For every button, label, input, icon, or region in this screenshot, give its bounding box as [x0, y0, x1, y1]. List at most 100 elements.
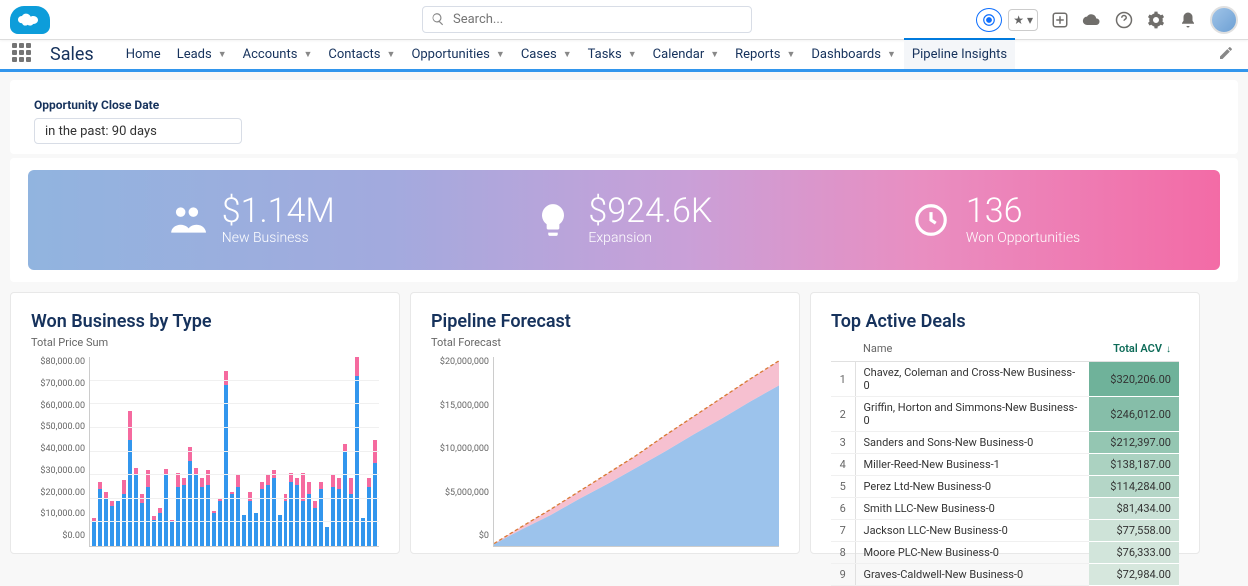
bar[interactable] — [367, 357, 371, 546]
bar[interactable] — [278, 357, 282, 546]
deal-name: Graves-Caldwell-New Business-0 — [855, 564, 1089, 586]
bar[interactable] — [301, 357, 305, 546]
chevron-down-icon: ▼ — [218, 49, 227, 60]
nav-item-cases[interactable]: Cases▼ — [513, 40, 580, 69]
nav-item-contacts[interactable]: Contacts▼ — [320, 40, 403, 69]
table-row[interactable]: 5Perez Ltd-New Business-0$114,284.00 — [831, 476, 1179, 498]
table-row[interactable]: 3Sanders and Sons-New Business-0$212,397… — [831, 432, 1179, 454]
nav-item-accounts[interactable]: Accounts▼ — [235, 40, 321, 69]
pencil-icon[interactable] — [1218, 45, 1234, 65]
bar[interactable] — [104, 357, 108, 546]
app-launcher-icon[interactable] — [12, 43, 36, 67]
bar[interactable] — [200, 357, 204, 546]
bar[interactable] — [110, 357, 114, 546]
nav-item-opportunities[interactable]: Opportunities▼ — [403, 40, 512, 69]
nav-item-dashboards[interactable]: Dashboards▼ — [803, 40, 904, 69]
bar[interactable] — [164, 357, 168, 546]
bar[interactable] — [158, 357, 162, 546]
bar[interactable] — [260, 357, 264, 546]
bar[interactable] — [295, 357, 299, 546]
bar[interactable] — [182, 357, 186, 546]
bar[interactable] — [128, 357, 132, 546]
bar[interactable] — [319, 357, 323, 546]
bar[interactable] — [307, 357, 311, 546]
bar[interactable] — [289, 357, 293, 546]
bar[interactable] — [134, 357, 138, 546]
bar[interactable] — [361, 357, 365, 546]
bar[interactable] — [266, 357, 270, 546]
table-row[interactable]: 1Chavez, Coleman and Cross-New Business-… — [831, 362, 1179, 397]
search-input[interactable] — [422, 6, 752, 33]
bar[interactable] — [170, 357, 174, 546]
metric-new-business: $1.14MNew Business — [168, 194, 335, 246]
salesforce-logo[interactable] — [10, 6, 50, 34]
deal-acv: $76,333.00 — [1089, 542, 1179, 564]
col-acv[interactable]: Total ACV↓ — [1089, 336, 1179, 362]
table-row[interactable]: 2Griffin, Horton and Simmons-New Busines… — [831, 397, 1179, 432]
col-name[interactable]: Name — [855, 336, 1089, 362]
bar[interactable] — [337, 357, 341, 546]
bar[interactable] — [212, 357, 216, 546]
bar[interactable] — [146, 357, 150, 546]
user-avatar[interactable] — [1210, 6, 1238, 34]
deals-table[interactable]: Name Total ACV↓ 1Chavez, Coleman and Cro… — [831, 336, 1179, 586]
table-row[interactable]: 8Moore PLC-New Business-0$76,333.00 — [831, 542, 1179, 564]
won-bar-chart[interactable]: $80,000.00$70,000.00$60,000.00$50,000.00… — [31, 357, 379, 547]
table-row[interactable]: 7Jackson LLC-New Business-0$77,558.00 — [831, 520, 1179, 542]
bar[interactable] — [272, 357, 276, 546]
bar[interactable] — [224, 357, 228, 546]
bar[interactable] — [152, 357, 156, 546]
nav-item-leads[interactable]: Leads▼ — [169, 40, 235, 69]
deal-name: Smith LLC-New Business-0 — [855, 498, 1089, 520]
bar[interactable] — [188, 357, 192, 546]
add-icon[interactable] — [1050, 10, 1070, 30]
bar[interactable] — [206, 357, 210, 546]
table-row[interactable]: 9Graves-Caldwell-New Business-0$72,984.0… — [831, 564, 1179, 586]
bar[interactable] — [254, 357, 258, 546]
bar[interactable] — [92, 357, 96, 546]
bar[interactable] — [116, 357, 120, 546]
view-toggle[interactable]: ★ ▾ — [976, 8, 1038, 32]
nav-item-calendar[interactable]: Calendar▼ — [645, 40, 728, 69]
nav-label: Cases — [521, 47, 557, 62]
close-date-filter[interactable] — [34, 118, 242, 144]
bar[interactable] — [122, 357, 126, 546]
gear-icon[interactable] — [1146, 10, 1166, 30]
bar[interactable] — [194, 357, 198, 546]
target-icon[interactable] — [976, 8, 1002, 32]
table-row[interactable]: 4Miller-Reed-New Business-1$138,187.00 — [831, 454, 1179, 476]
nav-item-home[interactable]: Home — [118, 40, 169, 69]
table-row[interactable]: 6Smith LLC-New Business-0$81,434.00 — [831, 498, 1179, 520]
bar[interactable] — [355, 357, 359, 546]
forecast-area-chart[interactable]: $20,000,000$15,000,000$10,000,000$5,000,… — [431, 357, 779, 547]
bar[interactable] — [373, 357, 377, 546]
global-search[interactable] — [422, 6, 752, 33]
nav-item-pipeline-insights[interactable]: Pipeline Insights — [904, 38, 1015, 69]
bar[interactable] — [325, 357, 329, 546]
deal-acv: $246,012.00 — [1089, 397, 1179, 432]
bar[interactable] — [248, 357, 252, 546]
bar[interactable] — [331, 357, 335, 546]
bar[interactable] — [343, 357, 347, 546]
nav-item-reports[interactable]: Reports▼ — [727, 40, 803, 69]
dashboard-row: Won Business by Type Total Price Sum $80… — [10, 292, 1238, 554]
bar[interactable] — [98, 357, 102, 546]
cloud-icon[interactable] — [1082, 10, 1102, 30]
bar[interactable] — [242, 357, 246, 546]
nav-label: Accounts — [243, 47, 298, 62]
favorites-dropdown[interactable]: ★ ▾ — [1008, 9, 1038, 31]
bar[interactable] — [176, 357, 180, 546]
bar[interactable] — [349, 357, 353, 546]
bell-icon[interactable] — [1178, 10, 1198, 30]
bar[interactable] — [236, 357, 240, 546]
nav-item-tasks[interactable]: Tasks▼ — [580, 40, 645, 69]
help-icon[interactable] — [1114, 10, 1134, 30]
bar[interactable] — [230, 357, 234, 546]
bar[interactable] — [140, 357, 144, 546]
chevron-down-icon: ▼ — [887, 49, 896, 60]
nav-label: Tasks — [588, 47, 622, 62]
bar[interactable] — [284, 357, 288, 546]
bar[interactable] — [313, 357, 317, 546]
global-header: ★ ▾ — [0, 0, 1248, 40]
bar[interactable] — [218, 357, 222, 546]
